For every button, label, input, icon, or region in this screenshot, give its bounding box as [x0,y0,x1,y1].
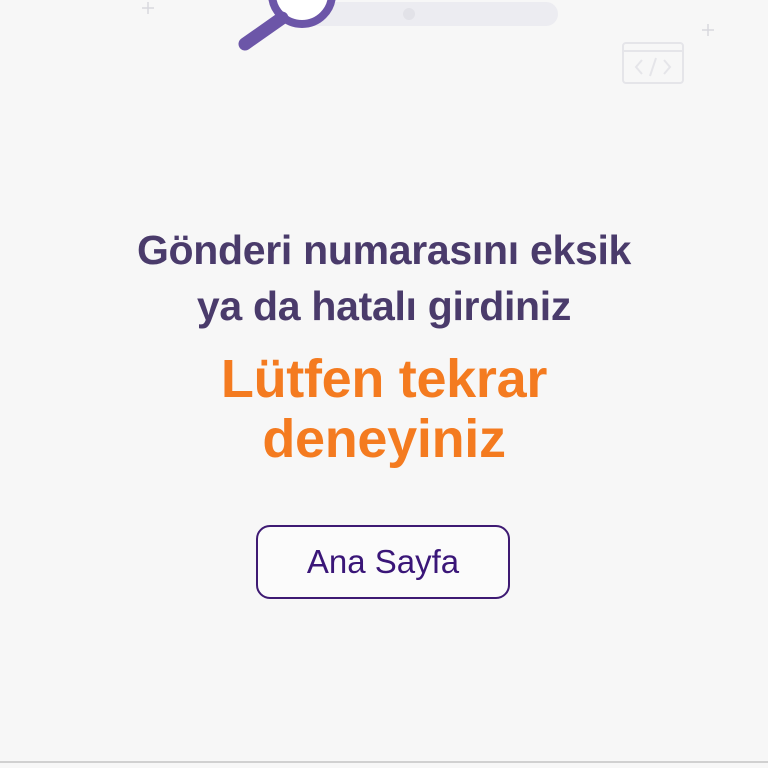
search-illustration [142,0,714,84]
error-message-line2: ya da hatalı girdiniz [196,283,572,329]
retry-message: Lütfen tekrar deneyiniz [0,349,768,469]
search-bar-graphic [300,2,558,26]
error-message-line1: Gönderi numarasını eksik [136,227,632,273]
error-page: Gönderi numarasını eksik ya da hatalı gi… [0,0,768,768]
code-window-icon [622,42,684,84]
retry-message-line2: deneyiniz [262,409,506,469]
magnifier-icon [238,0,336,51]
home-button-label: Ana Sayfa [306,543,460,580]
retry-message-line1: Lütfen tekrar [220,349,548,409]
home-button[interactable]: Ana Sayfa [256,525,510,599]
bottom-divider [0,761,768,763]
error-message: Gönderi numarasını eksik ya da hatalı gi… [0,222,768,334]
